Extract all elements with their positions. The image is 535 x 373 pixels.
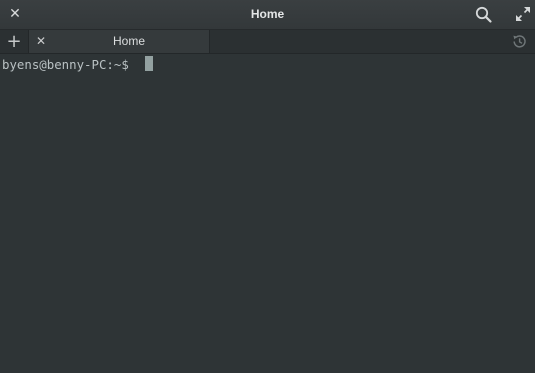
tab-close-button[interactable]: ✕ bbox=[35, 30, 47, 53]
plus-icon: + bbox=[6, 31, 22, 52]
search-button[interactable] bbox=[474, 5, 494, 25]
history-icon bbox=[513, 35, 526, 48]
terminal-window: ✕ Home + ✕ Home byens@benny-PC:~$ bbox=[0, 0, 535, 373]
title-bar: ✕ Home bbox=[0, 0, 535, 30]
maximize-icon bbox=[516, 7, 530, 21]
maximize-button[interactable] bbox=[515, 6, 531, 22]
tab-label: Home bbox=[112, 34, 145, 48]
closed-tabs-history-button[interactable] bbox=[511, 33, 528, 50]
tab-home[interactable]: ✕ Home bbox=[29, 30, 210, 53]
tab-bar: + ✕ Home bbox=[0, 30, 535, 54]
window-title: Home bbox=[250, 7, 285, 21]
text-cursor bbox=[145, 56, 153, 71]
close-icon: ✕ bbox=[35, 34, 47, 48]
new-tab-button[interactable]: + bbox=[0, 30, 29, 53]
terminal-prompt: byens@benny-PC:~$ bbox=[2, 57, 137, 72]
search-icon bbox=[475, 6, 492, 23]
terminal-area[interactable]: byens@benny-PC:~$ bbox=[0, 54, 535, 373]
